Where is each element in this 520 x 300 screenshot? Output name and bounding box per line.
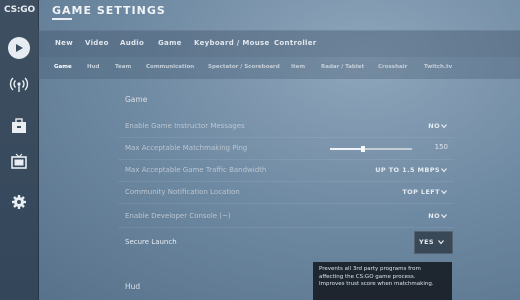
header: GAME SETTINGS (38, 0, 520, 26)
inventory-icon[interactable] (9, 116, 29, 136)
settings-tabs: New Video Audio Game Keyboard / Mouse Co… (38, 30, 520, 57)
setting-label: Community Notification Location (125, 188, 240, 196)
tab-game[interactable]: Game (158, 39, 182, 47)
setting-label: Max Acceptable Game Traffic Bandwidth (125, 166, 267, 174)
tab-keyboard-mouse[interactable]: Keyboard / Mouse (194, 39, 270, 47)
setting-value: UP TO 1.5 MBPS (375, 166, 440, 174)
tab-new[interactable]: New (55, 39, 73, 47)
subtab-team[interactable]: Team (115, 64, 131, 70)
setting-value: NO (428, 122, 440, 130)
setting-row-ping: Max Acceptable Matchmaking Ping 150 (118, 138, 454, 160)
setting-row-bandwidth[interactable]: Max Acceptable Game Traffic Bandwidth UP… (118, 160, 454, 182)
tab-audio[interactable]: Audio (120, 39, 144, 47)
sidebar: CS:GO (0, 0, 39, 300)
broadcast-icon[interactable] (9, 75, 29, 95)
settings-subtabs: Game Hud Team Communication Spectator / … (38, 57, 520, 79)
page-title: GAME SETTINGS (52, 4, 166, 17)
tv-icon[interactable] (9, 152, 29, 172)
subtab-communication[interactable]: Communication (146, 64, 194, 70)
setting-row-instructor[interactable]: Enable Game Instructor Messages NO (118, 116, 454, 138)
tooltip-line: affecting the CS:GO game process. (319, 273, 416, 280)
subtab-item[interactable]: Item (291, 64, 305, 70)
tooltip-line: Improves trust score when matchmaking. (319, 281, 434, 287)
chevron-down-icon (441, 214, 447, 219)
csgo-logo: CS:GO (4, 5, 35, 15)
section-title-hud: Hud (125, 282, 141, 291)
setting-value: TOP LEFT (402, 188, 440, 196)
setting-row-secure-launch[interactable]: Secure Launch YES (118, 231, 454, 254)
chevron-down-icon (438, 240, 444, 245)
gear-icon[interactable] (9, 192, 29, 212)
setting-value: NO (428, 212, 440, 220)
tooltip-line: Prevents all 3rd party programs from (319, 266, 421, 272)
subtab-spectator-scoreboard[interactable]: Spectator / Scoreboard (208, 64, 280, 70)
chevron-down-icon (441, 168, 447, 173)
section-title: Game (125, 95, 148, 104)
setting-label: Enable Game Instructor Messages (125, 122, 245, 130)
slider-value: 150 (434, 143, 448, 151)
subtab-hud[interactable]: Hud (87, 64, 99, 70)
setting-row-notification[interactable]: Community Notification Location TOP LEFT (118, 182, 454, 204)
chevron-down-icon (441, 190, 447, 195)
play-icon[interactable] (8, 37, 30, 59)
setting-row-console[interactable]: Enable Developer Console (~) NO (118, 206, 454, 228)
active-subtab-indicator (52, 18, 72, 20)
ping-slider[interactable] (330, 146, 412, 152)
setting-label: Enable Developer Console (~) (125, 212, 231, 220)
setting-label: Max Acceptable Matchmaking Ping (125, 144, 248, 152)
chevron-down-icon (441, 124, 447, 129)
subtab-twitch[interactable]: Twitch.tv (424, 64, 452, 70)
tab-controller[interactable]: Controller (274, 39, 317, 47)
subtab-game[interactable]: Game (54, 64, 72, 70)
subtab-radar-tablet[interactable]: Radar / Tablet (321, 64, 364, 70)
slider-fill (330, 148, 363, 150)
setting-value: YES (418, 238, 434, 246)
subtab-crosshair[interactable]: Crosshair (378, 64, 407, 70)
tooltip: Prevents all 3rd party programs from aff… (313, 262, 452, 300)
slider-handle[interactable] (360, 146, 365, 152)
tab-video[interactable]: Video (85, 39, 109, 47)
setting-label: Secure Launch (125, 238, 177, 246)
